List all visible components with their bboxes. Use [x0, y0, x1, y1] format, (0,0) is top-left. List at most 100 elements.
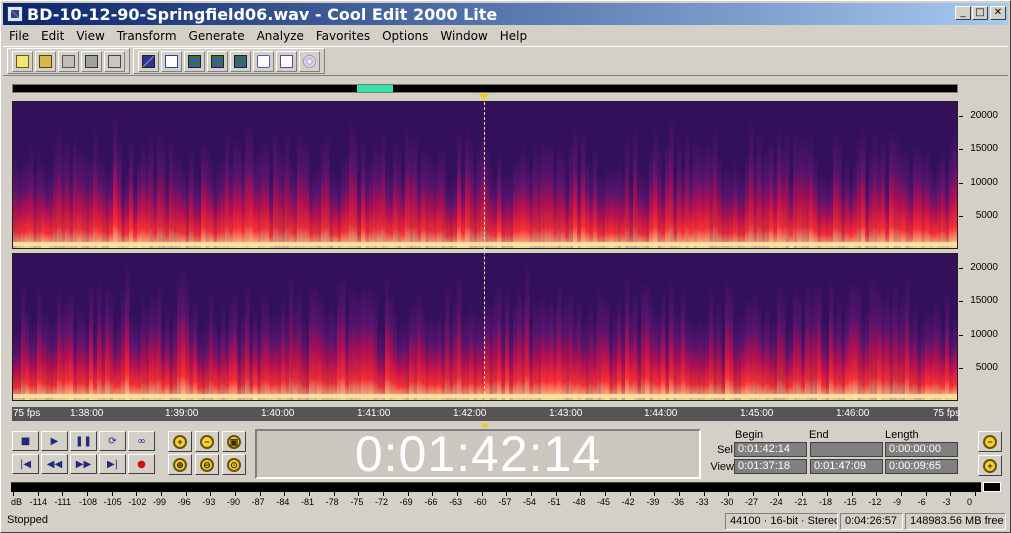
spectrogram-column	[425, 316, 430, 400]
playhead-cursor-line[interactable]	[484, 102, 485, 404]
spectrogram-column	[393, 137, 398, 248]
sel-begin-field[interactable]: 0:01:42:14	[734, 442, 807, 457]
spectrogram-column	[97, 150, 102, 248]
spectrogram-column	[737, 311, 742, 400]
playhead-marker-top[interactable]	[479, 94, 489, 100]
spectrogram-column	[893, 276, 898, 400]
zoom-selection-button[interactable]: ⊕	[168, 454, 192, 475]
open-file-button[interactable]	[35, 50, 56, 72]
menu-favorites[interactable]: Favorites	[310, 29, 376, 43]
menu-transform[interactable]: Transform	[111, 29, 183, 43]
record-button[interactable]: ●	[128, 454, 155, 474]
save-all-button[interactable]	[104, 50, 125, 72]
overview-view-range[interactable]	[357, 85, 393, 92]
spectrogram-column	[497, 280, 502, 400]
spectrogram-column	[837, 294, 842, 400]
spectrogram-column	[693, 320, 698, 400]
meter-scale-label: -51	[547, 497, 561, 507]
app-icon[interactable]	[7, 6, 23, 22]
spectrogram-channel-right[interactable]	[12, 253, 958, 401]
spectrogram-column	[841, 171, 846, 248]
ruler-label: 1:44:00	[644, 408, 678, 419]
spectrogram-column	[785, 124, 790, 248]
status-duration: 0:04:26:57	[840, 513, 903, 530]
go-to-start-button[interactable]: |◀	[12, 454, 39, 474]
menu-analyze[interactable]: Analyze	[251, 29, 310, 43]
zoom-full-button[interactable]: ▣	[222, 431, 246, 452]
close-button[interactable]: ✕	[990, 6, 1006, 20]
time-ruler[interactable]: 75 fps 1:38:00 1:39:00 1:40:00 1:41:00 1…	[12, 407, 960, 421]
new-file-button[interactable]	[12, 50, 33, 72]
info-button[interactable]	[253, 50, 274, 72]
cue-list-button[interactable]	[207, 50, 228, 72]
spectrogram-column	[473, 309, 478, 400]
spectrogram-column	[301, 132, 306, 248]
spectrogram-channel-left[interactable]	[12, 101, 958, 249]
ruler-label: 1:41:00	[357, 408, 391, 419]
pause-button[interactable]: ❚❚	[70, 431, 97, 451]
spectral-view-button[interactable]	[161, 50, 182, 72]
vertical-zoom-out-button[interactable]: −	[978, 431, 1002, 452]
spectrogram-column	[881, 136, 886, 248]
play-list-button[interactable]	[230, 50, 251, 72]
go-to-end-button[interactable]: ▶|	[99, 454, 126, 474]
clip-indicator[interactable]	[983, 482, 1001, 492]
spectrogram-column	[117, 314, 122, 400]
meter-scale-tick	[728, 492, 730, 496]
menu-view[interactable]: View	[70, 29, 110, 43]
spectrogram-column	[329, 165, 334, 248]
vertical-zoom-in-button[interactable]: +	[978, 455, 1002, 476]
multitrack-button[interactable]	[184, 50, 205, 72]
sel-end-field[interactable]	[810, 442, 883, 457]
waveform-view-button[interactable]	[138, 50, 159, 72]
spectrogram-column	[601, 289, 606, 400]
play-button[interactable]: ▶	[41, 431, 68, 451]
spectrogram-column	[225, 128, 230, 248]
spectrogram-column	[201, 325, 206, 400]
zoom-in-button[interactable]: +	[168, 431, 192, 452]
spectrogram-column	[221, 300, 226, 400]
spectrogram-column	[653, 125, 658, 248]
play-to-end-button[interactable]: ⟳	[99, 431, 126, 451]
spectrogram-column	[621, 170, 626, 248]
spectral-display[interactable]: 20000 15000 10000 5000 20000 15000 10000…	[12, 101, 1002, 406]
rewind-button[interactable]: ◀◀	[41, 454, 68, 474]
save-as-button[interactable]	[81, 50, 102, 72]
menu-options[interactable]: Options	[376, 29, 434, 43]
spectrogram-column	[53, 318, 58, 400]
menu-window[interactable]: Window	[434, 29, 493, 43]
menu-generate[interactable]: Generate	[183, 29, 251, 43]
meter-scale-label: -108	[79, 497, 98, 507]
spectrogram-column	[421, 300, 426, 400]
properties-button[interactable]	[276, 50, 297, 72]
menu-file[interactable]: File	[3, 29, 35, 43]
zoom-right-button[interactable]: ⊙	[222, 454, 246, 475]
spectrogram-column	[325, 309, 330, 400]
spectrogram-column	[37, 147, 42, 248]
view-end-field[interactable]: 0:01:47:09	[810, 459, 883, 474]
stop-button[interactable]: ■	[12, 431, 39, 451]
zoom-out-button[interactable]: −	[195, 431, 219, 452]
spectrogram-column	[369, 154, 374, 248]
fast-forward-button[interactable]: ▶▶	[70, 454, 97, 474]
title-bar[interactable]: BD-10-12-90-Springfield06.wav - Cool Edi…	[3, 3, 1008, 25]
zoom-left-button[interactable]: ⊖	[195, 454, 219, 475]
spectrogram-column	[121, 176, 126, 248]
menu-edit[interactable]: Edit	[35, 29, 70, 43]
cd-button[interactable]	[299, 50, 320, 72]
view-length-field[interactable]: 0:00:09:65	[885, 459, 958, 474]
sel-length-field[interactable]: 0:00:00:00	[885, 442, 958, 457]
spectrogram-column	[113, 109, 118, 248]
minimize-button[interactable]: _	[955, 6, 971, 20]
view-begin-field[interactable]: 0:01:37:18	[734, 459, 807, 474]
meter-scale-label: -72	[375, 497, 389, 507]
overview-bar[interactable]	[12, 84, 958, 93]
menu-help[interactable]: Help	[494, 29, 533, 43]
save-button[interactable]	[58, 50, 79, 72]
maximize-button[interactable]: □	[972, 6, 988, 20]
meter-scale-label: -78	[325, 497, 339, 507]
spectrogram-column	[853, 158, 858, 248]
spectrogram-column	[821, 170, 826, 248]
spectrogram-column	[877, 149, 882, 248]
loop-button[interactable]: ∞	[128, 431, 155, 451]
